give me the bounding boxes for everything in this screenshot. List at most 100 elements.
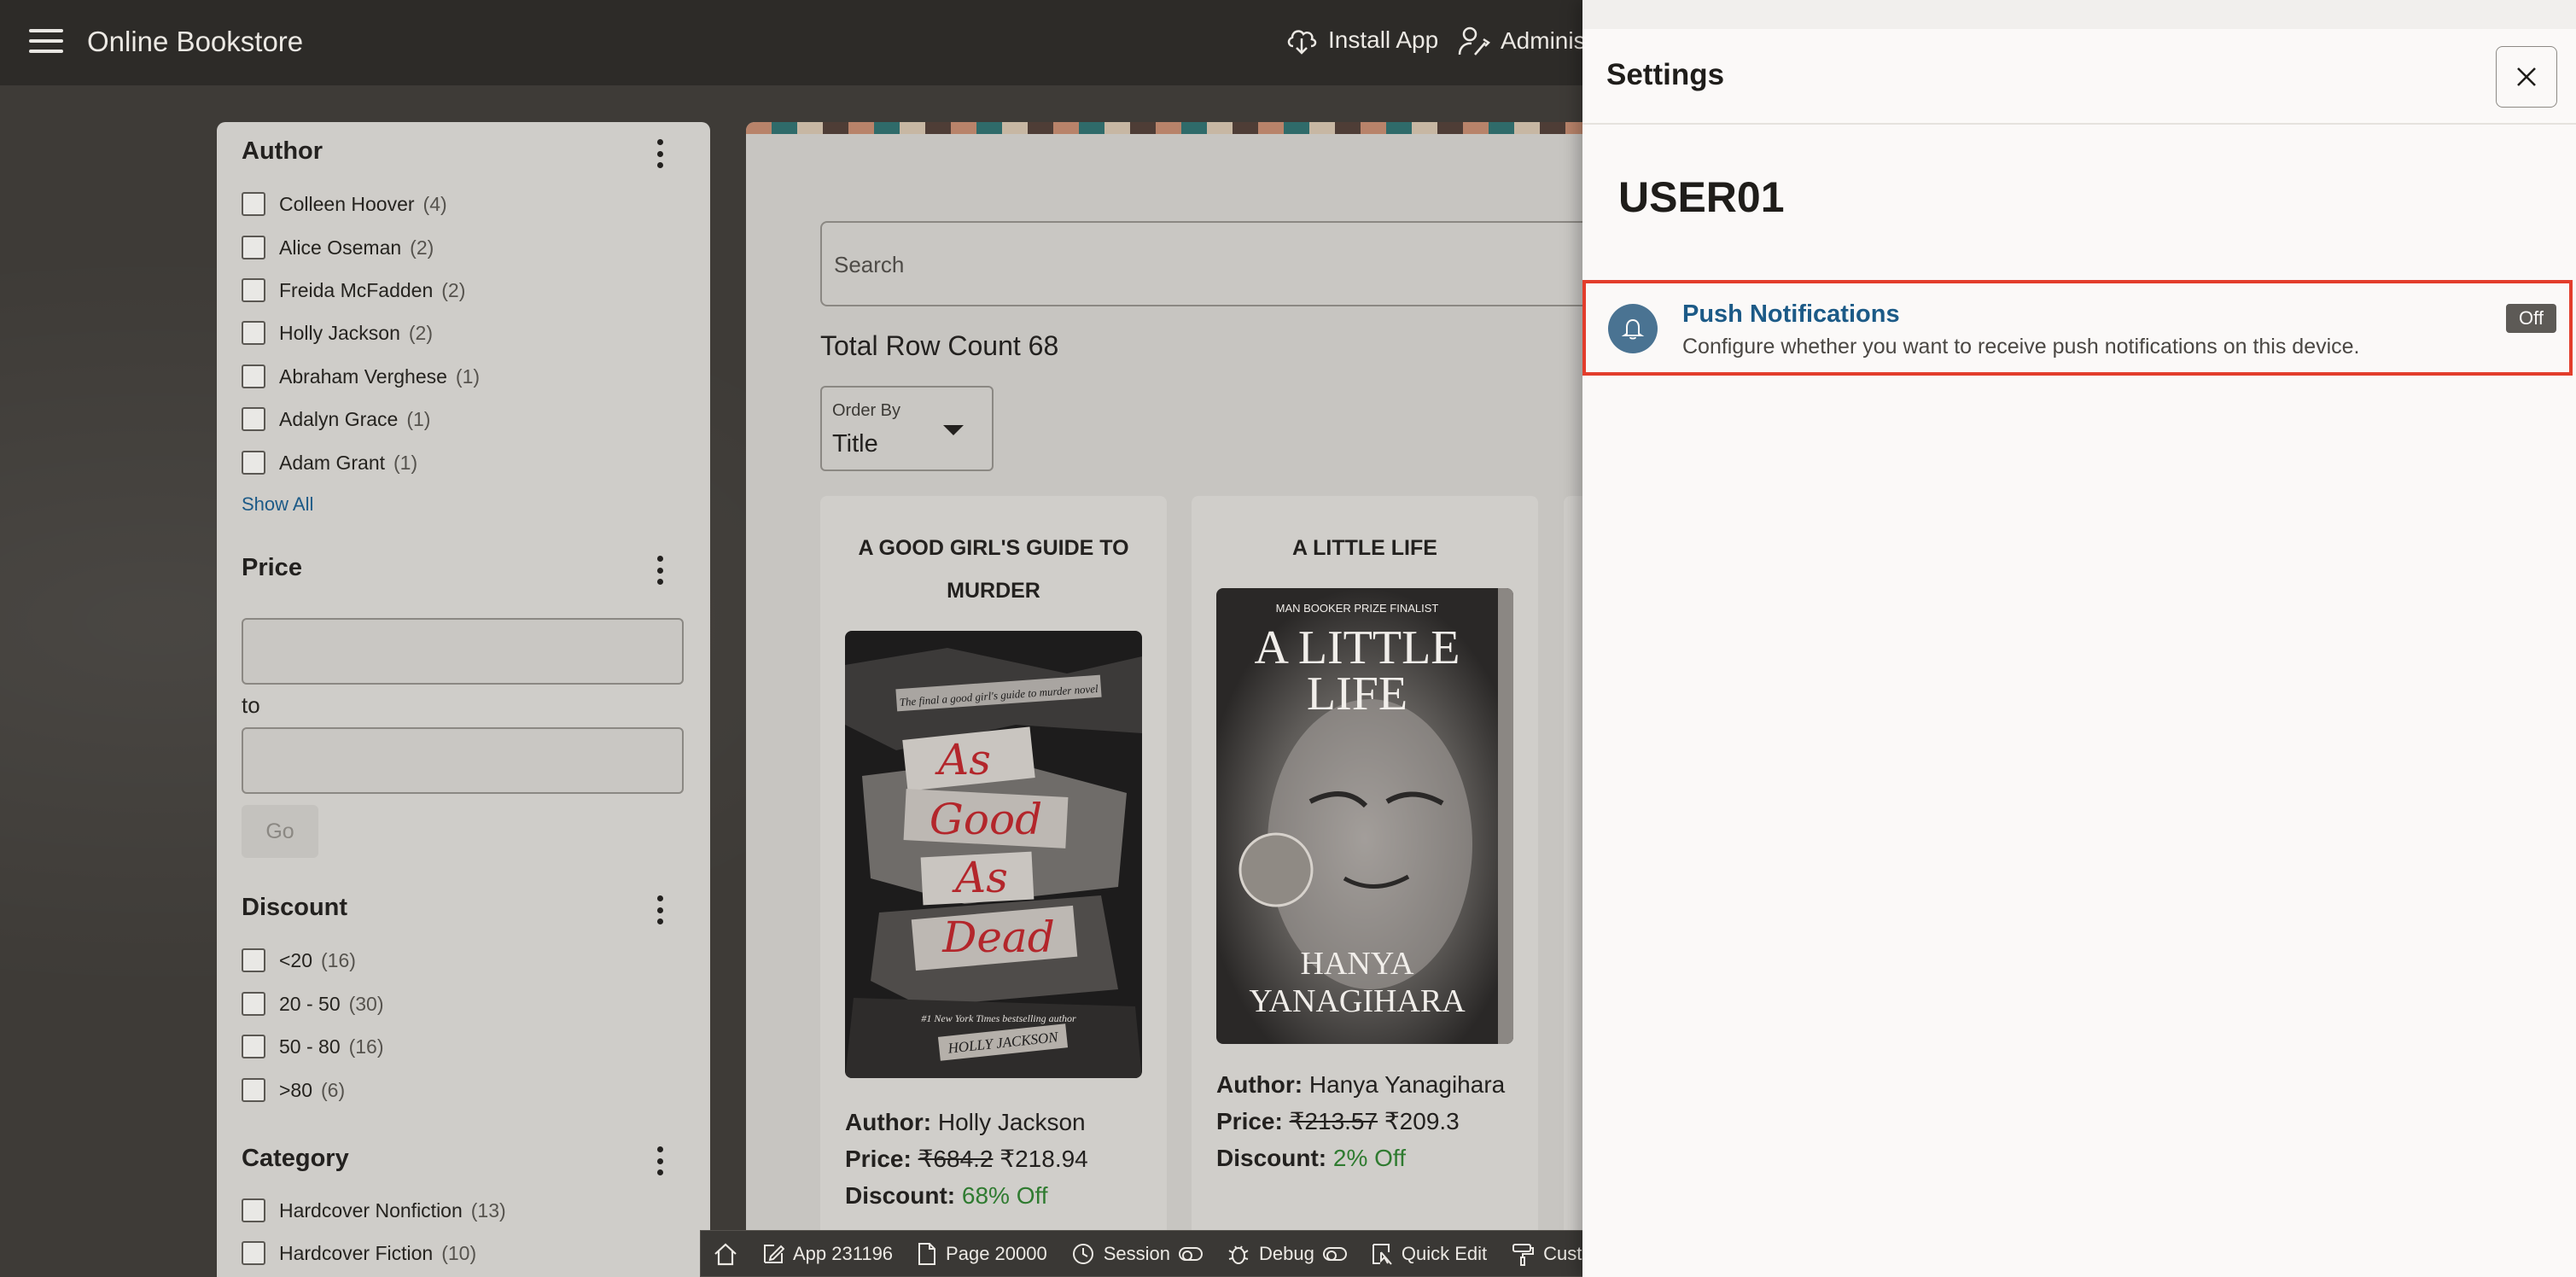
search-placeholder: Search — [834, 252, 905, 277]
bell-glyph — [1621, 318, 1645, 340]
cover-blurb: #1 New York Times bestselling author — [921, 1012, 1076, 1024]
book-card[interactable]: A GOOD GIRL'S GUIDE TO MURDER The final … — [820, 496, 1167, 1277]
facet-option-label: 20 - 50 — [279, 992, 341, 1015]
facet-option[interactable]: <20 (16) — [242, 946, 356, 975]
facet-option[interactable]: >80 (6) — [242, 1076, 345, 1105]
facet-option[interactable]: Adalyn Grace (1) — [242, 405, 430, 434]
price-label: Price: — [845, 1146, 912, 1172]
checkbox[interactable] — [242, 278, 265, 302]
price-max-input[interactable] — [242, 727, 684, 794]
edit-icon — [764, 1244, 784, 1263]
category-facet-actions-icon[interactable] — [656, 1146, 664, 1175]
facet-option-label: Adalyn Grace — [279, 407, 399, 430]
checkbox[interactable] — [242, 1241, 265, 1265]
facet-title-discount: Discount — [242, 894, 348, 921]
checkbox[interactable] — [242, 1078, 265, 1102]
book-card[interactable]: A LITTLE LIFE MAN BOOKER PRIZE FINALIST … — [1192, 496, 1538, 1277]
show-all-link[interactable]: Show All — [242, 493, 313, 516]
debug-button[interactable]: Debug — [1215, 1230, 1359, 1277]
app-edit-button[interactable]: App 231196 — [750, 1230, 905, 1277]
search-input[interactable]: Search — [820, 221, 1582, 306]
facet-title-author: Author — [242, 137, 323, 165]
checkbox[interactable] — [242, 192, 265, 216]
page-edit-icon — [918, 1242, 936, 1265]
checkbox[interactable] — [242, 992, 265, 1016]
checkbox[interactable] — [242, 948, 265, 972]
checkbox[interactable] — [242, 321, 265, 345]
cover-author-line: HANYA — [1301, 946, 1415, 982]
toggle-icon — [1322, 1246, 1347, 1261]
facet-option-count: (2) — [408, 321, 434, 344]
facet-option[interactable]: Hardcover Nonfiction (13) — [242, 1196, 506, 1225]
new-price: ₹209.3 — [1384, 1108, 1460, 1134]
checkbox[interactable] — [242, 364, 265, 388]
quick-edit-label: Quick Edit — [1401, 1242, 1488, 1264]
cover-title-line: LIFE — [1307, 668, 1407, 720]
book-details: Author: Holly Jackson Price: ₹684.2 ₹218… — [845, 1104, 1144, 1214]
facet-option-count: (13) — [470, 1198, 506, 1222]
facet-option-label: Freida McFadden — [279, 278, 434, 301]
facet-option-label: Adam Grant — [279, 451, 385, 474]
checkbox[interactable] — [242, 451, 265, 475]
facet-option-count: (16) — [348, 1035, 384, 1058]
price-line: Price: ₹684.2 ₹218.94 — [845, 1140, 1144, 1177]
facet-option[interactable]: Holly Jackson (2) — [242, 318, 433, 347]
cloud-download-icon — [1287, 30, 1317, 55]
price-go-button[interactable]: Go — [242, 805, 318, 858]
facet-option[interactable]: Hardcover Fiction (10) — [242, 1239, 476, 1268]
discount-facet-actions-icon[interactable] — [656, 895, 664, 924]
book-title: A LITTLE LIFE — [1292, 536, 1437, 560]
quick-edit-button[interactable]: Quick Edit — [1359, 1230, 1499, 1277]
discount-line: Discount: 2% Off — [1216, 1140, 1515, 1176]
install-app-button[interactable]: Install App — [1285, 26, 1438, 55]
facet-option[interactable]: Adam Grant (1) — [242, 448, 417, 477]
facet-option[interactable]: Colleen Hoover (4) — [242, 190, 447, 219]
bell-icon — [1608, 304, 1658, 353]
old-price: ₹684.2 — [918, 1146, 994, 1172]
discount-label: Discount: — [845, 1182, 956, 1209]
facet-option-label: Holly Jackson — [279, 321, 400, 344]
price-facet-actions-icon[interactable] — [656, 556, 664, 585]
close-button[interactable] — [2496, 46, 2557, 108]
book-card-partial[interactable] — [1564, 496, 1582, 1277]
facet-option-count: (2) — [410, 236, 434, 259]
facet-option[interactable]: Freida McFadden (2) — [242, 276, 465, 305]
facet-option-label: >80 — [279, 1078, 313, 1101]
push-notifications-setting[interactable]: Push Notifications Configure whether you… — [1582, 280, 2573, 376]
page-edit-button[interactable]: Page 20000 — [905, 1230, 1059, 1277]
checkbox[interactable] — [242, 1198, 265, 1222]
checkbox[interactable] — [242, 1035, 265, 1058]
app-title[interactable]: Online Bookstore — [87, 26, 303, 58]
cover-title-line: A LITTLE — [1254, 621, 1460, 674]
checkbox[interactable] — [242, 407, 265, 431]
author-label: Author: — [845, 1109, 932, 1135]
old-price: ₹213.57 — [1289, 1108, 1378, 1134]
price-label: Price: — [1216, 1108, 1283, 1134]
menu-icon[interactable] — [29, 29, 63, 56]
home-button[interactable] — [701, 1230, 750, 1277]
cover-title-line: Dead — [941, 913, 1055, 962]
author-facet-actions-icon[interactable] — [656, 139, 664, 168]
push-notifications-link[interactable]: Push Notifications — [1682, 300, 1900, 329]
facet-option[interactable]: Abraham Verghese (1) — [242, 362, 480, 391]
admin-menu[interactable]: Adminis — [1458, 26, 1586, 56]
book-details: Author: Hanya Yanagihara Price: ₹213.57 … — [1216, 1066, 1515, 1176]
facet-option-count: (2) — [441, 278, 466, 301]
price-to-label: to — [242, 692, 260, 718]
facet-option[interactable]: Alice Oseman (2) — [242, 233, 434, 262]
close-icon — [2517, 67, 2536, 86]
settings-drawer: Settings USER01 Push Notifications Confi… — [1582, 0, 2576, 1277]
drawer-header: Settings — [1582, 29, 2576, 125]
price-min-input[interactable] — [242, 618, 684, 685]
new-price: ₹218.94 — [1000, 1146, 1088, 1172]
author-value: Holly Jackson — [937, 1109, 1086, 1135]
order-by-select[interactable]: Order By Title — [820, 386, 994, 471]
facet-option[interactable]: 50 - 80 (16) — [242, 1032, 384, 1061]
facet-option[interactable]: 20 - 50 (30) — [242, 989, 384, 1018]
session-button[interactable]: Session — [1059, 1230, 1215, 1277]
user-wrench-icon — [1458, 26, 1490, 55]
clock-icon — [1072, 1243, 1093, 1264]
push-status-badge[interactable]: Off — [2506, 304, 2556, 333]
checkbox[interactable] — [242, 236, 265, 259]
cover-title-line: As — [935, 735, 991, 784]
